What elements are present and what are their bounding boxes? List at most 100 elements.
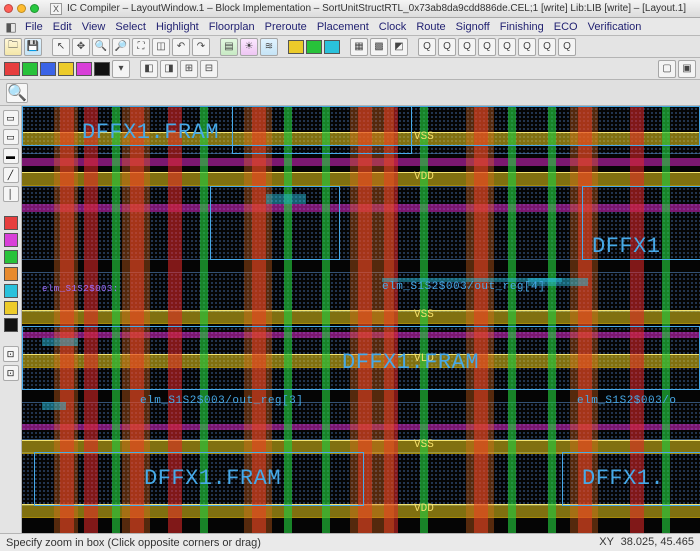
q8-icon[interactable]: Q [558,38,576,56]
misc1-icon[interactable]: ◧ [140,60,158,78]
net-icon[interactable]: ≋ [260,38,278,56]
q7-icon[interactable]: Q [538,38,556,56]
status-bar: Specify zoom in box (Click opposite corn… [0,533,700,551]
menu-clock[interactable]: Clock [374,21,412,33]
cursor-icon[interactable]: ↖ [52,38,70,56]
menu-route[interactable]: Route [411,21,450,33]
layer-green[interactable] [22,62,38,76]
q4-icon[interactable]: Q [478,38,496,56]
right2-icon[interactable]: ▣ [678,60,696,78]
menu-select[interactable]: Select [110,21,151,33]
menu-eco[interactable]: ECO [549,21,583,33]
view-subbar: 🔍 [0,80,700,106]
cell-label: DFFX1 [592,234,661,259]
q2-icon[interactable]: Q [438,38,456,56]
menubar: ◧ File Edit View Select Highlight Floorp… [0,18,700,36]
net-label: elm_S1S2$003/o [577,395,676,407]
window-title: IC Compiler – LayoutWindow.1 – Block Imp… [67,3,686,14]
rail-label: VDD [414,171,434,183]
workspace: ▭ ▭ ▬ ╱ │ ⊡ ⊡ [0,106,700,533]
net-label: elm_S1S2$003/out_reg[4] [382,281,545,293]
tool-select[interactable]: ▭ [3,110,19,126]
palette-swatches [288,40,340,54]
menu-floorplan[interactable]: Floorplan [204,21,260,33]
cell-label: DFFX1.FRAM [144,466,281,491]
checker3-icon[interactable]: ◩ [390,38,408,56]
status-coords: XY 38.025, 45.465 [599,536,694,549]
redo-icon[interactable]: ↷ [192,38,210,56]
menu-finishing[interactable]: Finishing [495,21,549,33]
minimize-icon[interactable] [17,4,26,13]
tool-rect[interactable]: ▭ [3,129,19,145]
checker2-icon[interactable]: ▩ [370,38,388,56]
tool-line2[interactable]: │ [3,186,19,202]
net-label: elm_S1S2$003: [42,284,119,294]
menu-verification[interactable]: Verification [583,21,647,33]
layer-toggle-icon[interactable]: ▤ [220,38,238,56]
menu-highlight[interactable]: Highlight [151,21,204,33]
rail-label: VSS [414,131,434,143]
tool-line[interactable]: ╱ [3,167,19,183]
layer-black[interactable] [94,62,110,76]
x11-icon: X [50,3,62,15]
save-icon[interactable]: 💾 [24,38,42,56]
misc4-icon[interactable]: ⊟ [200,60,218,78]
window-titlebar: X IC Compiler – LayoutWindow.1 – Block I… [0,0,700,18]
status-hint: Specify zoom in box (Click opposite corn… [6,537,261,549]
menu-preroute[interactable]: Preroute [260,21,312,33]
side-swatch-red[interactable] [4,216,18,230]
zoom-out-icon[interactable]: 🔎 [112,38,130,56]
cell-label: DFFX1.FRAM [342,350,479,375]
misc3-icon[interactable]: ⊞ [180,60,198,78]
app-menu-icon[interactable]: ◧ [4,20,18,34]
tool-extra1[interactable]: ⊡ [3,346,19,362]
side-swatch-cyn[interactable] [4,284,18,298]
rail-label: VSS [414,439,434,451]
close-icon[interactable] [4,4,13,13]
menu-file[interactable]: File [20,21,48,33]
dropdown-icon[interactable]: ▾ [112,60,130,78]
menu-edit[interactable]: Edit [48,21,77,33]
window-controls [4,4,39,13]
layer-red[interactable] [4,62,20,76]
zoom-in-icon[interactable]: 🔍 [92,38,110,56]
q1-icon[interactable]: Q [418,38,436,56]
side-swatch-orn[interactable] [4,267,18,281]
zoom-region-icon[interactable]: 🔍 [6,83,28,103]
q3-icon[interactable]: Q [458,38,476,56]
net-label: elm_S1S2$003/out_reg[3] [140,395,303,407]
toolbar-primary: 🗀 💾 ↖ ✥ 🔍 🔎 ⛶ ◫ ↶ ↷ ▤ ☀ ≋ ▦ ▩ ◩ Q Q Q Q … [0,36,700,58]
zoom-fit-icon[interactable]: ⛶ [132,38,150,56]
layout-canvas[interactable]: VSS VDD VSS VLD VSS VDD DFFX1.FRAM DFFX1… [22,106,700,533]
layer-yellow[interactable] [58,62,74,76]
checker1-icon[interactable]: ▦ [350,38,368,56]
menu-signoff[interactable]: Signoff [451,21,495,33]
undo-icon[interactable]: ↶ [172,38,190,56]
swatch-yellow[interactable] [288,40,304,54]
side-swatch-blk[interactable] [4,318,18,332]
side-swatch-grn[interactable] [4,250,18,264]
menu-view[interactable]: View [77,21,111,33]
layer-blue[interactable] [40,62,56,76]
tool-sidebar: ▭ ▭ ▬ ╱ │ ⊡ ⊡ [0,106,22,533]
right1-icon[interactable]: ▢ [658,60,676,78]
zoom-window-icon[interactable]: ◫ [152,38,170,56]
menu-placement[interactable]: Placement [312,21,374,33]
tool-extra2[interactable]: ⊡ [3,365,19,381]
side-swatch-mag[interactable] [4,233,18,247]
q5-icon[interactable]: Q [498,38,516,56]
highlight-icon[interactable]: ☀ [240,38,258,56]
q6-icon[interactable]: Q [518,38,536,56]
zoom-icon[interactable] [30,4,39,13]
open-icon[interactable]: 🗀 [4,38,22,56]
pan-icon[interactable]: ✥ [72,38,90,56]
side-swatch-yel[interactable] [4,301,18,315]
rail-label: VSS [414,309,434,321]
swatch-cyan[interactable] [324,40,340,54]
swatch-green[interactable] [306,40,322,54]
misc2-icon[interactable]: ◨ [160,60,178,78]
cell-label: DFFX1. [582,466,664,491]
layer-magenta[interactable] [76,62,92,76]
tool-rect2[interactable]: ▬ [3,148,19,164]
cell-label: DFFX1.FRAM [82,120,219,145]
